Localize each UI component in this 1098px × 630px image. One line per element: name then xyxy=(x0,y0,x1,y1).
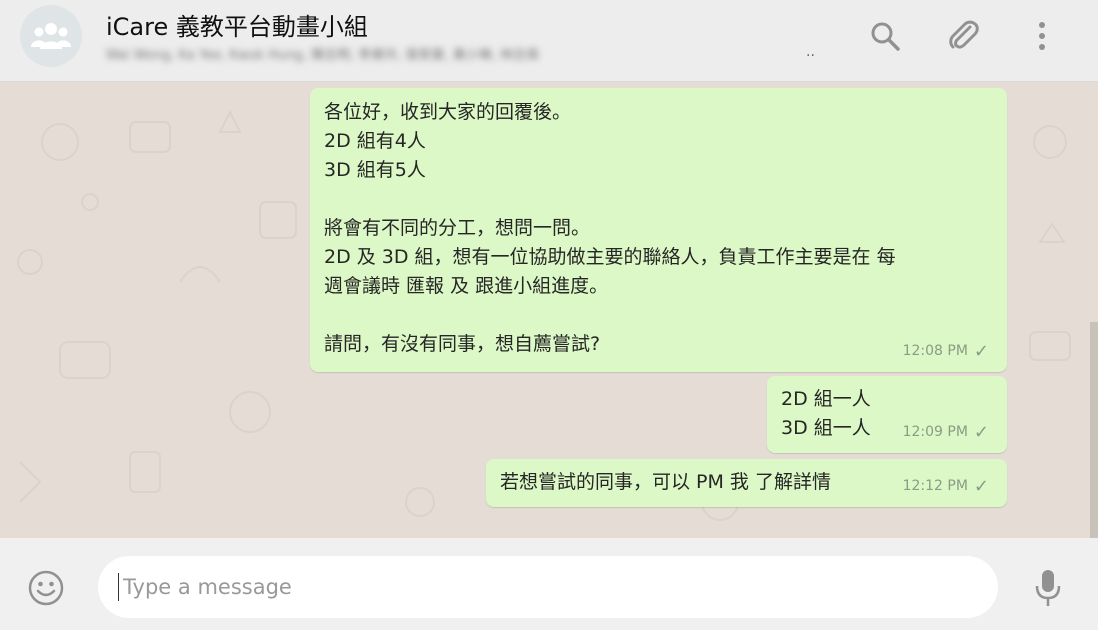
message-meta: 12:09 PM ✓ xyxy=(903,418,989,447)
search-icon[interactable] xyxy=(867,18,903,54)
participants-ellipsis: .. xyxy=(806,44,815,60)
message-list[interactable]: 各位好，收到大家的回覆後。 2D 組有4人 3D 組有5人 將會有不同的分工，想… xyxy=(0,82,1098,538)
sent-check-icon: ✓ xyxy=(973,422,989,443)
message-input[interactable] xyxy=(120,574,998,600)
microphone-icon[interactable] xyxy=(1030,568,1066,608)
emoji-icon[interactable] xyxy=(26,568,66,608)
chat-title[interactable]: iCare 義教平台動畫小組 xyxy=(106,7,368,42)
menu-dots-icon[interactable] xyxy=(1024,18,1060,54)
message-input-box[interactable] xyxy=(98,556,998,618)
message-time: 12:08 PM xyxy=(902,343,968,359)
paperclip-icon[interactable] xyxy=(945,18,981,54)
group-avatar-icon[interactable] xyxy=(20,5,82,67)
scrollbar-thumb[interactable] xyxy=(1090,322,1098,538)
chat-participants[interactable]: Wai Wong, Ka Yee, Kwok Hung, 陳志明, 李美玲, 張… xyxy=(106,44,806,62)
sent-check-icon: ✓ xyxy=(973,476,989,497)
scrollbar[interactable] xyxy=(1090,82,1098,538)
message-meta: 12:08 PM ✓ xyxy=(903,337,989,366)
message-meta: 12:12 PM ✓ xyxy=(903,472,989,501)
message-time: 12:09 PM xyxy=(902,424,968,440)
text-caret xyxy=(118,573,119,601)
message-bubble[interactable]: 若想嘗試的同事，可以 PM 我 了解詳情 12:12 PM ✓ xyxy=(486,459,1007,507)
sent-check-icon: ✓ xyxy=(973,341,989,362)
message-bubble[interactable]: 各位好，收到大家的回覆後。 2D 組有4人 3D 組有5人 將會有不同的分工，想… xyxy=(310,88,1007,372)
message-time: 12:12 PM xyxy=(902,478,968,494)
message-text: 各位好，收到大家的回覆後。 2D 組有4人 3D 組有5人 將會有不同的分工，想… xyxy=(324,101,896,355)
composer-bar xyxy=(0,538,1098,630)
message-bubble[interactable]: 2D 組一人 3D 組一人 12:09 PM ✓ xyxy=(767,376,1007,453)
chat-header: iCare 義教平台動畫小組 Wai Wong, Ka Yee, Kwok Hu… xyxy=(0,0,1098,82)
